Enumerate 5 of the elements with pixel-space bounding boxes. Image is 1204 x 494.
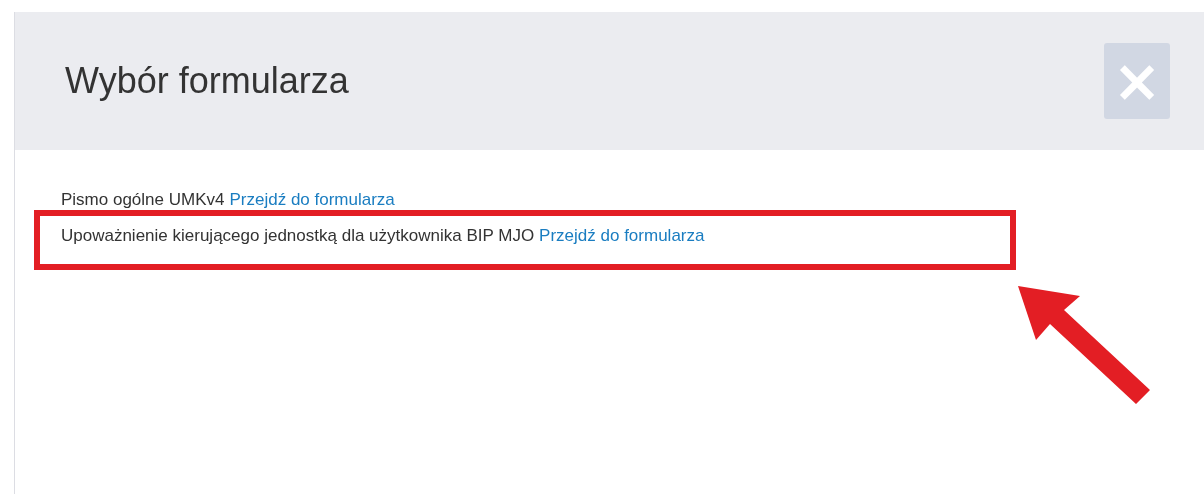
dialog-title: Wybór formularza	[65, 60, 349, 102]
form-link[interactable]: Przejdź do formularza	[539, 226, 705, 246]
form-name: Upoważnienie kierującego jednostką dla użytkownika BIP MJO	[61, 226, 535, 246]
form-name: Pismo ogólne UMKv4	[61, 190, 225, 210]
form-link[interactable]: Przejdź do formularza	[229, 190, 395, 210]
